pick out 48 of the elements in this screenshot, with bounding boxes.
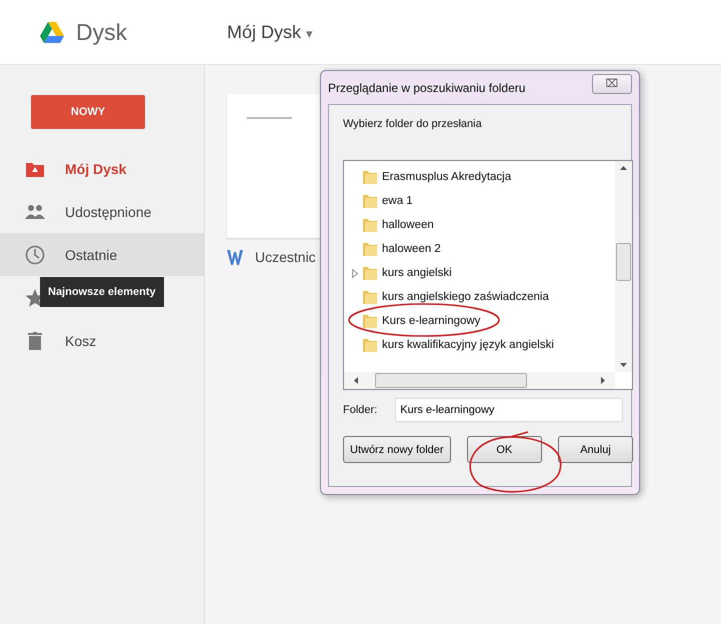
dialog-button[interactable]: Anuluj [558,436,633,463]
vertical-scrollbar[interactable] [615,161,632,372]
folder-item[interactable]: kurs angielskiego zaświadczenia [344,285,615,309]
location-dropdown[interactable]: Mój Dysk ▾ [227,22,314,42]
drive-folder-icon [25,160,45,176]
tooltip: Najnowsze elementy [40,277,164,307]
file-name[interactable]: Uczestnic [255,249,316,265]
sidebar-item[interactable]: Kosz [0,319,204,362]
trash-icon [25,332,45,350]
drive-logo-icon [40,22,64,42]
sidebar-item[interactable]: Ostatnie [0,233,204,276]
scroll-down-icon[interactable] [620,363,627,367]
folder-icon [362,217,378,233]
folder-item[interactable]: Kurs e-learningowy [344,309,615,333]
folder-icon [362,193,378,209]
folder-item[interactable]: haloween 2 [344,237,615,261]
folder-item[interactable]: halloween [344,213,615,237]
folder-icon [362,313,378,329]
close-button[interactable]: ⌧ [592,74,632,94]
folder-item[interactable]: Erasmusplus Akredytacja [344,165,615,189]
folder-item[interactable]: ewa 1 [344,189,615,213]
folder-icon [362,289,378,305]
dialog-button[interactable]: OK [466,436,542,463]
dialog-title: Przeglądanie w poszukiwaniu folderu [328,80,526,94]
folder-icon [362,337,378,353]
scroll-thumb[interactable] [616,243,631,281]
people-icon [25,204,45,218]
folder-icon [362,265,378,281]
sidebar-item[interactable]: Udostępnione [0,190,204,233]
sidebar-item[interactable]: Mój Dysk [0,147,204,190]
folder-item[interactable]: kurs kwalifikacyjny język angielski [344,333,615,357]
folder-label: Folder: [343,404,378,416]
app-name: Dysk [76,18,128,46]
folder-icon [362,169,378,185]
folder-icon [362,241,378,257]
folder-item[interactable]: kurs angielski [344,261,615,285]
horizontal-scrollbar[interactable] [344,372,615,389]
instruction-text: Wybierz folder do przesłania [343,118,483,132]
dialog-button[interactable]: Utwórz nowy folder [343,436,451,463]
word-icon [227,249,243,265]
scroll-left-icon[interactable] [354,377,358,384]
scroll-right-icon[interactable] [601,377,605,384]
scroll-thumb[interactable] [375,373,527,388]
scroll-up-icon[interactable] [620,166,627,170]
clock-icon [25,244,45,264]
folder-input[interactable]: Kurs e-learningowy [395,398,624,422]
expand-arrow-icon [352,268,358,278]
new-button[interactable]: NOWY [31,95,145,129]
